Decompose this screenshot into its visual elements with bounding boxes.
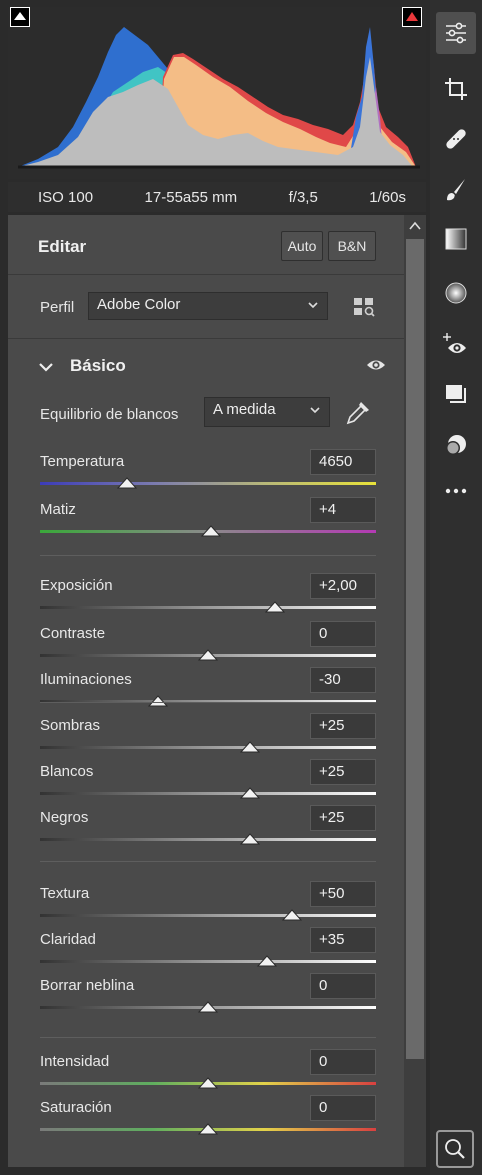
- panel-scrollbar[interactable]: [404, 215, 426, 1167]
- slider-label-temperatura: Temperatura: [40, 453, 125, 470]
- more-icon: [445, 488, 467, 494]
- slider-label-exposicion: Exposición: [40, 577, 113, 594]
- slider-value-textura[interactable]: +50: [310, 881, 376, 907]
- section-divider: [40, 702, 376, 703]
- zoom-tool[interactable]: [436, 1130, 474, 1168]
- aperture-value: f/3,5: [288, 188, 318, 206]
- slider-label-borrar-neblina: Borrar neblina: [40, 977, 135, 994]
- slider-label-sombras: Sombras: [40, 717, 101, 734]
- presets-icon: [446, 385, 466, 403]
- slider-value-borrar-neblina[interactable]: 0: [310, 973, 376, 999]
- crop-icon: [445, 78, 467, 100]
- slider-value-intensidad[interactable]: 0: [310, 1049, 376, 1075]
- slider-value-negros[interactable]: +25: [310, 805, 376, 831]
- slider-label-negros: Negros: [40, 809, 89, 826]
- radial-gradient-tool[interactable]: [441, 278, 471, 308]
- brush-icon: [447, 179, 465, 201]
- highlight-clip-triangle-icon: [406, 12, 418, 21]
- edit-sliders-icon: [446, 22, 466, 44]
- slider-track-sombras[interactable]: [40, 746, 376, 749]
- basic-section-title: Básico: [70, 356, 126, 375]
- slider-value-iluminaciones[interactable]: -30: [310, 667, 376, 693]
- slider-label-iluminaciones: Iluminaciones: [40, 671, 132, 688]
- slider-value-exposicion[interactable]: +2,00: [310, 573, 376, 599]
- slider-track-claridad[interactable]: [40, 960, 376, 963]
- lens-value: 17-55a55 mm: [144, 188, 238, 206]
- slider-track-temperatura[interactable]: [40, 482, 376, 485]
- profile-browser-icon[interactable]: [352, 295, 376, 319]
- zoom-icon: [445, 1139, 465, 1159]
- iso-value: ISO 100: [38, 188, 94, 206]
- red-eye-tool[interactable]: [441, 330, 471, 360]
- presets-tool[interactable]: [441, 380, 471, 410]
- linear-gradient-icon: [445, 228, 467, 250]
- slider-value-temperatura[interactable]: 4650: [310, 449, 376, 475]
- histogram-graph: [18, 27, 420, 169]
- scroll-up-arrow-icon[interactable]: [408, 219, 422, 233]
- slider-label-contraste: Contraste: [40, 625, 106, 642]
- slider-track-exposicion[interactable]: [40, 606, 376, 609]
- auto-button[interactable]: Auto: [281, 231, 323, 261]
- edit-tool[interactable]: [436, 12, 476, 54]
- white-balance-select[interactable]: A medida: [204, 397, 330, 427]
- snapshots-tool[interactable]: [441, 430, 471, 460]
- slider-track-blancos[interactable]: [40, 792, 376, 795]
- slider-label-matiz: Matiz: [40, 501, 76, 518]
- shutter-value: 1/60s: [369, 188, 406, 206]
- profile-select[interactable]: Adobe Color: [88, 292, 328, 320]
- slider-value-sombras[interactable]: +25: [310, 713, 376, 739]
- slider-value-claridad[interactable]: +35: [310, 927, 376, 953]
- crop-tool[interactable]: [441, 74, 471, 104]
- slider-track-textura[interactable]: [40, 914, 376, 917]
- chevron-down-icon: [310, 407, 320, 414]
- edit-header: Editar Auto B&N: [8, 215, 404, 275]
- eyedropper-icon[interactable]: [344, 399, 372, 427]
- histogram: [8, 7, 426, 179]
- slider-label-saturacion: Saturación: [40, 1099, 112, 1116]
- white-balance-value: A medida: [213, 401, 276, 418]
- slider-value-blancos[interactable]: +25: [310, 759, 376, 785]
- edit-title: Editar: [38, 237, 87, 256]
- eye-icon[interactable]: [366, 357, 386, 373]
- slider-label-intensidad: Intensidad: [40, 1053, 110, 1070]
- profile-row: Perfil Adobe Color: [8, 275, 404, 339]
- chevron-down-icon: [308, 302, 318, 309]
- edit-panel: Editar Auto B&N Perfil Adobe Color Básic…: [8, 215, 404, 1167]
- shadow-clip-triangle-icon: [14, 12, 26, 20]
- white-balance-label: Equilibrio de blancos: [40, 406, 179, 423]
- section-divider: [40, 861, 376, 862]
- slider-value-contraste[interactable]: 0: [310, 621, 376, 647]
- slider-label-claridad: Claridad: [40, 931, 96, 948]
- shadow-clipping-toggle[interactable]: [10, 7, 30, 27]
- slider-label-blancos: Blancos: [40, 763, 94, 780]
- slider-track-negros[interactable]: [40, 838, 376, 841]
- red-eye-icon: [443, 333, 466, 353]
- scrollbar-thumb[interactable]: [406, 239, 424, 1059]
- linear-gradient-tool[interactable]: [441, 224, 471, 254]
- highlight-clipping-toggle[interactable]: [402, 7, 422, 27]
- profile-label: Perfil: [40, 299, 75, 316]
- black-and-white-button[interactable]: B&N: [328, 231, 376, 261]
- healing-icon: [446, 129, 466, 149]
- slider-label-textura: Textura: [40, 885, 90, 902]
- tool-strip: [430, 0, 482, 1175]
- camera-info-bar: ISO 100 17-55a55 mm f/3,5 1/60s: [8, 182, 426, 212]
- basic-section-header[interactable]: Básico: [8, 339, 404, 395]
- brush-tool[interactable]: [441, 174, 471, 204]
- radial-gradient-icon: [445, 282, 467, 304]
- chevron-down-icon: [39, 363, 53, 372]
- profile-select-value: Adobe Color: [97, 296, 181, 313]
- more-tools[interactable]: [441, 476, 471, 506]
- section-divider: [40, 555, 376, 556]
- healing-tool[interactable]: [441, 124, 471, 154]
- snapshots-icon: [446, 435, 466, 455]
- slider-value-matiz[interactable]: +4: [310, 497, 376, 523]
- slider-value-saturacion[interactable]: 0: [310, 1095, 376, 1121]
- section-divider: [40, 1037, 376, 1038]
